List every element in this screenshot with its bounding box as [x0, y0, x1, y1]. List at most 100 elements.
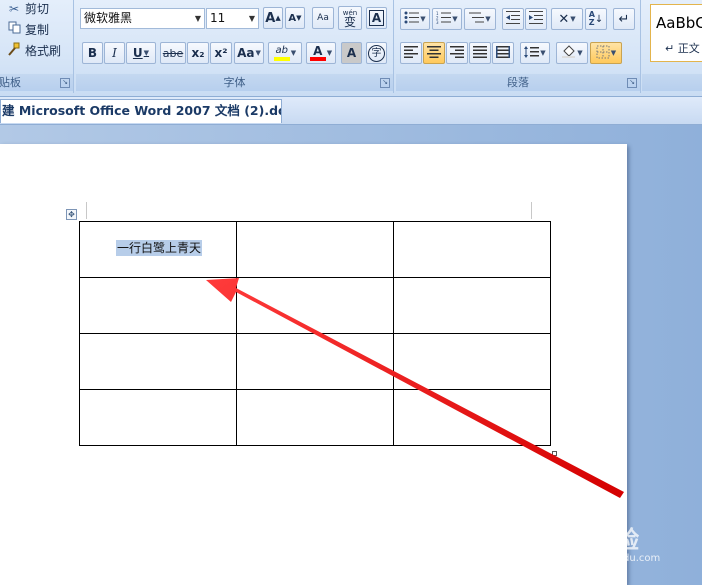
watermark-logo: Bai 经验	[540, 526, 640, 554]
document-table[interactable]: 一行白鹭上青天	[79, 221, 551, 446]
clipboard-group: ✂ 剪切 复制 格式刷 剪贴板 ↘	[0, 0, 74, 93]
table-cell[interactable]	[79, 389, 237, 446]
align-center-icon	[427, 45, 441, 61]
increase-indent-icon	[529, 11, 543, 27]
table-cell[interactable]	[79, 333, 237, 390]
shrink-font-button[interactable]: A ▼	[285, 7, 305, 29]
cut-label: 剪切	[25, 2, 50, 16]
format-painter-button[interactable]: 格式刷	[7, 42, 61, 60]
align-right-button[interactable]	[446, 42, 468, 64]
show-marks-button[interactable]: ↵	[613, 8, 635, 30]
font-group-label: 字体	[76, 74, 393, 91]
paragraph-mark-icon: ↵	[618, 11, 630, 27]
align-right-icon	[450, 45, 464, 61]
multilevel-dropdown-icon[interactable]: ▼	[485, 15, 490, 23]
bold-button[interactable]: B	[82, 42, 103, 64]
font-name-combo[interactable]: 微软雅黑 ▼	[80, 8, 205, 29]
font-color-icon: A	[309, 45, 326, 61]
decrease-indent-icon	[506, 11, 520, 27]
table-resize-handle[interactable]	[552, 451, 557, 456]
shading-dropdown-icon[interactable]: ▼	[577, 49, 582, 57]
decrease-indent-button[interactable]	[502, 8, 524, 30]
table-cell[interactable]	[236, 333, 394, 390]
character-border-button[interactable]: A	[366, 7, 387, 29]
copy-button[interactable]: 复制	[7, 21, 49, 39]
font-name-dropdown-icon[interactable]: ▼	[195, 9, 201, 28]
table-move-handle-icon[interactable]: ✥	[66, 209, 77, 220]
line-spacing-icon	[524, 45, 540, 61]
paragraph-group: ▼ 123 ▼ ▼ ✕ ▼ A Z ↓ ↵ ▼ ▼ ▼ 段落 ↘	[396, 0, 641, 93]
table-cell[interactable]	[236, 389, 394, 446]
justify-icon	[473, 45, 487, 61]
font-color-button[interactable]: A ▼	[306, 42, 336, 64]
table-cell[interactable]	[393, 277, 551, 334]
line-spacing-button[interactable]: ▼	[520, 42, 550, 64]
chinese-layout-button[interactable]: ✕ ▼	[551, 8, 583, 30]
distributed-button[interactable]	[492, 42, 514, 64]
font-launcher-icon[interactable]: ↘	[380, 78, 390, 88]
highlighter-icon: ab	[273, 45, 290, 61]
bullets-dropdown-icon[interactable]: ▼	[420, 15, 425, 23]
justify-button[interactable]	[469, 42, 491, 64]
style-name-label: ↵ 正文	[665, 42, 700, 55]
style-normal-card[interactable]: AaBbCc ↵ 正文	[650, 4, 702, 62]
table-cell[interactable]	[393, 221, 551, 278]
align-left-button[interactable]	[400, 42, 422, 64]
highlight-color-swatch	[273, 57, 290, 61]
highlight-dropdown-icon[interactable]: ▼	[291, 49, 296, 57]
superscript-button[interactable]: x²	[210, 42, 232, 64]
document-tab[interactable]: 建 Microsoft Office Word 2007 文档 (2).docx…	[0, 99, 282, 123]
table-cell[interactable]	[393, 333, 551, 390]
selected-text[interactable]: 一行白鹭上青天	[116, 240, 203, 256]
paragraph-group-label: 段落	[396, 74, 640, 91]
table-cell[interactable]	[79, 277, 237, 334]
borders-button[interactable]: ▼	[590, 42, 622, 64]
paintbrush-icon	[7, 42, 21, 61]
character-shading-button[interactable]: A	[341, 42, 362, 64]
chinese-layout-dropdown-icon[interactable]: ▼	[570, 15, 575, 23]
strikethrough-button[interactable]: abe	[160, 42, 186, 64]
eraser-icon: Aa	[317, 13, 329, 23]
table-cell[interactable]	[393, 389, 551, 446]
italic-button[interactable]: I	[104, 42, 125, 64]
paragraph-launcher-icon[interactable]: ↘	[627, 78, 637, 88]
font-color-dropdown-icon[interactable]: ▼	[327, 49, 332, 57]
font-name-value: 微软雅黑	[84, 11, 133, 25]
table-row: 一行白鹭上青天	[79, 221, 551, 278]
highlight-button[interactable]: ab ▼	[268, 42, 302, 64]
copy-icon	[7, 21, 21, 39]
chinese-layout-icon: ✕	[558, 11, 570, 27]
enclose-characters-button[interactable]: 字	[366, 42, 387, 64]
sort-button[interactable]: A Z ↓	[585, 8, 607, 30]
font-size-dropdown-icon[interactable]: ▼	[249, 9, 255, 28]
line-spacing-dropdown-icon[interactable]: ▼	[540, 49, 545, 57]
change-case-dropdown-icon[interactable]: ▼	[256, 49, 261, 57]
document-tab-title: 建 Microsoft Office Word 2007 文档 (2).docx…	[2, 103, 282, 118]
change-case-button[interactable]: Aa ▼	[234, 42, 264, 64]
align-center-button[interactable]	[423, 42, 445, 64]
clipboard-launcher-icon[interactable]: ↘	[60, 78, 70, 88]
font-size-combo[interactable]: 11 ▼	[206, 8, 259, 29]
watermark-url: jingyan.baidu.com	[568, 553, 661, 564]
table-cell[interactable]: 一行白鹭上青天	[79, 221, 237, 278]
shading-button[interactable]: ▼	[556, 42, 588, 64]
bullets-icon	[404, 11, 420, 27]
clear-format-button[interactable]: Aa	[312, 7, 334, 29]
multilevel-list-button[interactable]: ▼	[464, 8, 496, 30]
numbering-dropdown-icon[interactable]: ▼	[452, 15, 457, 23]
grow-font-button[interactable]: A ▲	[263, 7, 283, 29]
numbering-button[interactable]: 123 ▼	[432, 8, 462, 30]
increase-indent-button[interactable]	[525, 8, 547, 30]
phonetic-guide-button[interactable]: wén 变	[338, 6, 362, 30]
bullets-button[interactable]: ▼	[400, 8, 430, 30]
underline-dropdown-icon[interactable]: ▼	[144, 49, 149, 57]
table-cell[interactable]	[236, 221, 394, 278]
borders-dropdown-icon[interactable]: ▼	[611, 49, 616, 57]
numbering-icon: 123	[436, 11, 452, 27]
subscript-button[interactable]: x₂	[187, 42, 209, 64]
underline-button[interactable]: U ▼	[126, 42, 156, 64]
table-cell[interactable]	[236, 277, 394, 334]
cut-button[interactable]: ✂ 剪切	[7, 0, 49, 18]
paint-bucket-icon	[561, 45, 576, 61]
multilevel-list-icon	[469, 11, 485, 27]
